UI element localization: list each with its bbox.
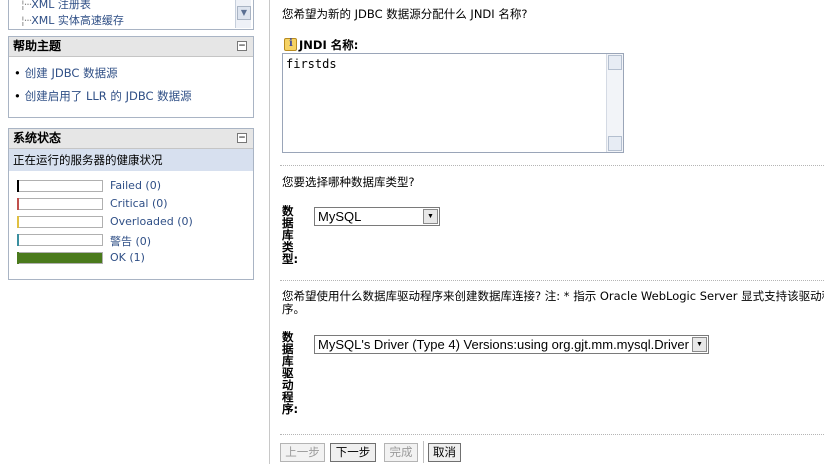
- health-link-failed[interactable]: Failed (0): [110, 179, 161, 192]
- tree-branch-line: ¦···: [21, 0, 32, 11]
- jndi-question: 您希望为新的 JDBC 数据源分配什么 JNDI 名称?: [282, 7, 528, 21]
- tree-item-xml-entity-cache[interactable]: ¦···XML 实体高速缓存: [21, 12, 124, 28]
- info-icon[interactable]: [284, 38, 297, 51]
- health-row-overloaded: Overloaded (0): [17, 213, 253, 231]
- help-link-item: • 创建 JDBC 数据源: [14, 65, 253, 81]
- driver-selected-value: MySQL's Driver (Type 4) Versions:using o…: [318, 337, 689, 352]
- health-row-ok: OK (1): [17, 249, 253, 267]
- help-links-list: • 创建 JDBC 数据源 • 创建启用了 LLR 的 JDBC 数据源: [9, 57, 253, 104]
- driver-select[interactable]: MySQL's Driver (Type 4) Versions:using o…: [314, 335, 709, 354]
- scroll-down-arrow-icon[interactable]: ▼: [237, 6, 251, 20]
- dbtype-question: 您要选择哪种数据库类型?: [282, 175, 415, 189]
- finish-button[interactable]: 完成: [384, 443, 418, 462]
- health-row-critical: Critical (0): [17, 195, 253, 213]
- cancel-button[interactable]: 取消: [428, 443, 461, 462]
- health-bar-marker: [17, 180, 19, 192]
- health-link-critical[interactable]: Critical (0): [110, 197, 168, 210]
- jndi-name-textarea[interactable]: firstds: [282, 53, 624, 153]
- help-link-item: • 创建启用了 LLR 的 JDBC 数据源: [14, 88, 253, 104]
- health-link-ok[interactable]: OK (1): [110, 251, 145, 264]
- section-separator: [280, 165, 824, 166]
- domain-structure-tree: ¦···XML 注册表 ¦···XML 实体高速缓存 ▼: [8, 0, 254, 30]
- help-topics-header: 帮助主题 −: [9, 37, 253, 57]
- dropdown-arrow-icon[interactable]: ▼: [692, 337, 707, 352]
- next-button[interactable]: 下一步: [330, 443, 376, 462]
- resize-grip-icon[interactable]: [608, 136, 622, 151]
- dbtype-select[interactable]: MySQL ▼: [314, 207, 440, 226]
- left-column: ¦···XML 注册表 ¦···XML 实体高速缓存 ▼ 帮助主题 − • 创建 …: [0, 0, 258, 464]
- tree-item-label: XML 注册表: [31, 0, 91, 11]
- jndi-name-label: JNDI 名称:: [284, 37, 358, 53]
- button-separator: [423, 441, 424, 463]
- health-bar-fill: [17, 253, 102, 263]
- health-bar: [17, 252, 103, 264]
- server-health-subtitle: 正在运行的服务器的健康状况: [9, 149, 253, 171]
- system-status-panel: 系统状态 − 正在运行的服务器的健康状况 Failed (0) Critical…: [8, 128, 254, 280]
- scroll-up-icon[interactable]: [608, 55, 622, 70]
- bullet-icon: •: [14, 66, 21, 80]
- collapse-icon[interactable]: −: [237, 133, 247, 143]
- tree-item-label: XML 实体高速缓存: [31, 14, 124, 27]
- health-row-warning: 警告 (0): [17, 231, 253, 249]
- health-bar-marker: [17, 216, 19, 228]
- health-link-overloaded[interactable]: Overloaded (0): [110, 215, 193, 228]
- textarea-scrollbar[interactable]: [606, 54, 623, 152]
- help-link-create-llr-jdbc[interactable]: 创建启用了 LLR 的 JDBC 数据源: [25, 89, 192, 103]
- health-bar: [17, 198, 103, 210]
- section-separator: [280, 434, 824, 435]
- tree-scrollbar[interactable]: ▼: [235, 0, 251, 28]
- main-content: 您希望为新的 JDBC 数据源分配什么 JNDI 名称? JNDI 名称: fi…: [270, 0, 824, 464]
- system-status-title: 系统状态: [13, 131, 62, 145]
- tree-branch-line: ¦···: [21, 14, 32, 27]
- driver-label: 数据库驱动程序:: [282, 330, 299, 416]
- driver-question: 您希望使用什么数据库驱动程序来创建数据库连接? 注: * 指示 Oracle W…: [282, 289, 824, 303]
- back-button[interactable]: 上一步: [280, 443, 325, 462]
- help-topics-title: 帮助主题: [13, 39, 62, 53]
- dbtype-label: 数据库类型:: [282, 204, 299, 266]
- help-topics-panel: 帮助主题 − • 创建 JDBC 数据源 • 创建启用了 LLR 的 JDBC 数据…: [8, 36, 254, 118]
- health-bar-marker: [17, 234, 19, 246]
- tree-item-xml-registry[interactable]: ¦···XML 注册表: [21, 0, 91, 12]
- health-bar: [17, 234, 103, 246]
- jndi-name-value: firstds: [286, 57, 337, 71]
- jndi-name-label-text: JNDI 名称:: [299, 38, 359, 52]
- section-separator: [280, 280, 824, 281]
- collapse-icon[interactable]: −: [237, 41, 247, 51]
- health-bar: [17, 180, 103, 192]
- dropdown-arrow-icon[interactable]: ▼: [423, 209, 438, 224]
- help-link-create-jdbc[interactable]: 创建 JDBC 数据源: [25, 66, 118, 80]
- health-bar-marker: [17, 198, 19, 210]
- driver-question-cont: 序。: [282, 302, 305, 316]
- system-status-header: 系统状态 −: [9, 129, 253, 149]
- health-rows: Failed (0) Critical (0) Overloaded (0) 警…: [9, 177, 253, 267]
- health-row-failed: Failed (0): [17, 177, 253, 195]
- health-link-warning[interactable]: 警告 (0): [110, 233, 151, 249]
- health-bar: [17, 216, 103, 228]
- dbtype-selected-value: MySQL: [318, 209, 362, 224]
- bullet-icon: •: [14, 89, 21, 103]
